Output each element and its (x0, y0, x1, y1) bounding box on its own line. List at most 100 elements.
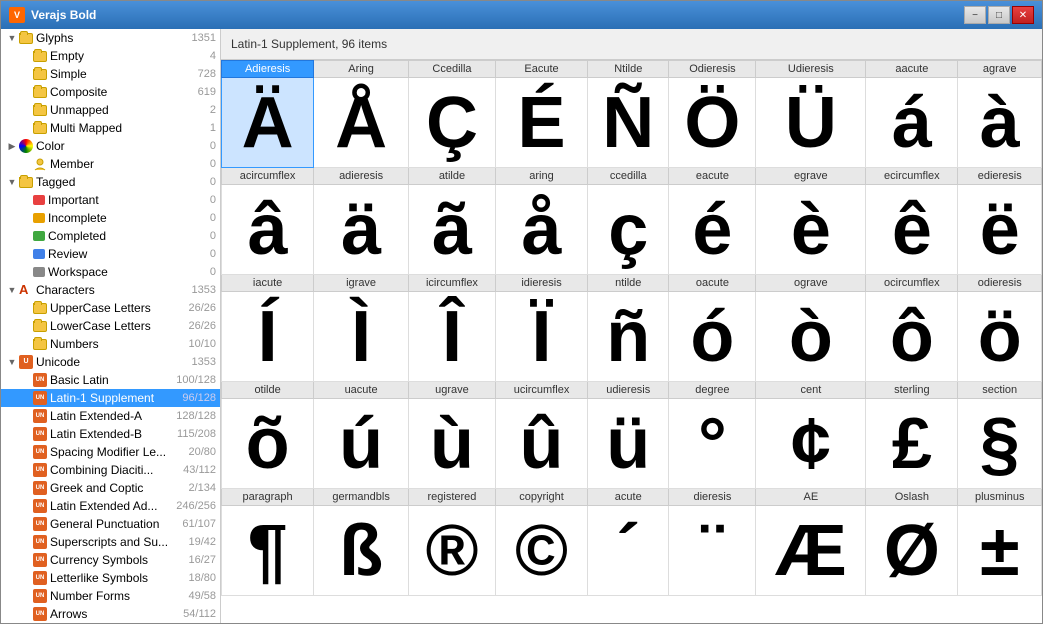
col-header-uacute[interactable]: uacute (314, 382, 409, 399)
col-header-degree[interactable]: degree (669, 382, 756, 399)
glyph-degree[interactable]: ° (669, 399, 756, 489)
glyph-Eacute[interactable]: É (495, 78, 587, 168)
col-header-sterling[interactable]: sterling (866, 382, 958, 399)
glyph-atilde[interactable]: ã (409, 185, 496, 275)
sidebar-scroll[interactable]: ▼ Glyphs 1351 Empty 4 Simple 728 (1, 29, 220, 623)
col-header-Oslash[interactable]: Oslash (866, 489, 958, 506)
col-header-aacute[interactable]: aacute (866, 61, 958, 78)
glyph-ugrave[interactable]: ù (409, 399, 496, 489)
sidebar-item-uppercase[interactable]: UpperCase Letters 26/26 (1, 299, 220, 317)
sidebar-item-color[interactable]: ▶ Color 0 (1, 137, 220, 155)
col-header-igrave[interactable]: igrave (314, 275, 409, 292)
glyph-iacute[interactable]: Í (222, 292, 314, 382)
col-header-icircumflex[interactable]: icircumflex (409, 275, 496, 292)
glyph-uacute[interactable]: ú (314, 399, 409, 489)
glyph-aring[interactable]: å (495, 185, 587, 275)
sidebar-item-latin-extended-add[interactable]: UN Latin Extended Ad... 246/256 (1, 497, 220, 515)
col-header-ntilde2[interactable]: ntilde (588, 275, 669, 292)
sidebar-item-latin-extended-b[interactable]: UN Latin Extended-B 115/208 (1, 425, 220, 443)
col-header-atilde[interactable]: atilde (409, 168, 496, 185)
col-header-idieresis[interactable]: idieresis (495, 275, 587, 292)
sidebar-item-number-forms[interactable]: UN Number Forms 49/58 (1, 587, 220, 605)
glyph-eacute[interactable]: é (669, 185, 756, 275)
sidebar-item-numbers[interactable]: Numbers 10/10 (1, 335, 220, 353)
sidebar-item-important[interactable]: Important 0 (1, 191, 220, 209)
sidebar-item-latin-extended-a[interactable]: UN Latin Extended-A 128/128 (1, 407, 220, 425)
close-button[interactable]: ✕ (1012, 6, 1034, 24)
glyph-germandbls[interactable]: ß (314, 506, 409, 596)
glyph-AE[interactable]: Æ (756, 506, 866, 596)
col-header-agrave[interactable]: agrave (958, 61, 1042, 78)
col-header-acircumflex[interactable]: acircumflex (222, 168, 314, 185)
col-header-paragraph[interactable]: paragraph (222, 489, 314, 506)
glyph-ucircumflex[interactable]: û (495, 399, 587, 489)
col-header-ccedilla2[interactable]: ccedilla (588, 168, 669, 185)
col-header-odieresis[interactable]: Odieresis (669, 61, 756, 78)
glyph-dieresis[interactable]: ¨ (669, 506, 756, 596)
col-header-eacute[interactable]: Eacute (495, 61, 587, 78)
col-header-eacute2[interactable]: eacute (669, 168, 756, 185)
sidebar-item-review[interactable]: Review 0 (1, 245, 220, 263)
col-header-oacute[interactable]: oacute (669, 275, 756, 292)
col-header-aring[interactable]: Aring (314, 61, 409, 78)
sidebar-item-workspace[interactable]: Workspace 0 (1, 263, 220, 281)
sidebar-item-letterlike[interactable]: UN Letterlike Symbols 18/80 (1, 569, 220, 587)
glyph-Adieresis[interactable]: Ä (222, 78, 314, 168)
glyph-edieresis[interactable]: ë (958, 185, 1042, 275)
col-header-udieresis2[interactable]: udieresis (588, 382, 669, 399)
col-header-edieresis[interactable]: edieresis (958, 168, 1042, 185)
glyph-Ccedilla[interactable]: Ç (409, 78, 496, 168)
sidebar-item-incomplete[interactable]: Incomplete 0 (1, 209, 220, 227)
sidebar-item-composite[interactable]: Composite 619 (1, 83, 220, 101)
glyph-agrave[interactable]: à (958, 78, 1042, 168)
glyph-egrave[interactable]: è (756, 185, 866, 275)
glyph-igrave[interactable]: Ì (314, 292, 409, 382)
col-header-ntilde[interactable]: Ntilde (588, 61, 669, 78)
sidebar-item-simple[interactable]: Simple 728 (1, 65, 220, 83)
glyph-paragraph[interactable]: ¶ (222, 506, 314, 596)
col-header-ccedilla[interactable]: Ccedilla (409, 61, 496, 78)
col-header-ucircumflex[interactable]: ucircumflex (495, 382, 587, 399)
sidebar-item-member[interactable]: Member 0 (1, 155, 220, 173)
glyph-ecircumflex[interactable]: ê (866, 185, 958, 275)
col-header-egrave[interactable]: egrave (756, 168, 866, 185)
glyph-acircumflex[interactable]: â (222, 185, 314, 275)
col-header-ocircumflex[interactable]: ocircumflex (866, 275, 958, 292)
glyph-oacute[interactable]: ó (669, 292, 756, 382)
col-header-aring[interactable]: aring (495, 168, 587, 185)
glyph-ocircumflex[interactable]: ô (866, 292, 958, 382)
minimize-button[interactable]: − (964, 6, 986, 24)
col-header-ecircumflex[interactable]: ecircumflex (866, 168, 958, 185)
sidebar-item-latin1-supplement[interactable]: UN Latin-1 Supplement 96/128 (1, 389, 220, 407)
col-header-ograve[interactable]: ograve (756, 275, 866, 292)
sidebar-item-glyphs[interactable]: ▼ Glyphs 1351 (1, 29, 220, 47)
glyph-Ntilde[interactable]: Ñ (588, 78, 669, 168)
col-header-acute[interactable]: acute (588, 489, 669, 506)
col-header-germandbls[interactable]: germandbls (314, 489, 409, 506)
glyph-icircumflex[interactable]: Î (409, 292, 496, 382)
sidebar-item-characters[interactable]: ▼ A Characters 1353 (1, 281, 220, 299)
sidebar-item-combining-diacrit[interactable]: UN Combining Diaciti... 43/112 (1, 461, 220, 479)
glyph-grid[interactable]: Adieresis Aring Ccedilla Eacute Ntilde O… (221, 60, 1042, 623)
sidebar-item-unicode[interactable]: ▼ U Unicode 1353 (1, 353, 220, 371)
glyph-ntilde[interactable]: ñ (588, 292, 669, 382)
sidebar-item-arrows[interactable]: UN Arrows 54/112 (1, 605, 220, 623)
sidebar-item-currency-symbols[interactable]: UN Currency Symbols 16/27 (1, 551, 220, 569)
sidebar-item-general-punctuation[interactable]: UN General Punctuation 61/107 (1, 515, 220, 533)
sidebar-item-basic-latin[interactable]: UN Basic Latin 100/128 (1, 371, 220, 389)
glyph-acute[interactable]: ´ (588, 506, 669, 596)
glyph-Aring[interactable]: Å (314, 78, 409, 168)
glyph-Udieresis[interactable]: Ü (756, 78, 866, 168)
glyph-adieresis[interactable]: ä (314, 185, 409, 275)
sidebar-item-completed[interactable]: Completed 0 (1, 227, 220, 245)
col-header-registered[interactable]: registered (409, 489, 496, 506)
glyph-registered[interactable]: ® (409, 506, 496, 596)
glyph-aacute[interactable]: á (866, 78, 958, 168)
glyph-udieresis[interactable]: ü (588, 399, 669, 489)
glyph-sterling[interactable]: £ (866, 399, 958, 489)
glyph-Odieresis[interactable]: Ö (669, 78, 756, 168)
glyph-idieresis[interactable]: Ï (495, 292, 587, 382)
sidebar-item-superscripts[interactable]: UN Superscripts and Su... 19/42 (1, 533, 220, 551)
glyph-otilde[interactable]: õ (222, 399, 314, 489)
sidebar-item-multimapped[interactable]: Multi Mapped 1 (1, 119, 220, 137)
